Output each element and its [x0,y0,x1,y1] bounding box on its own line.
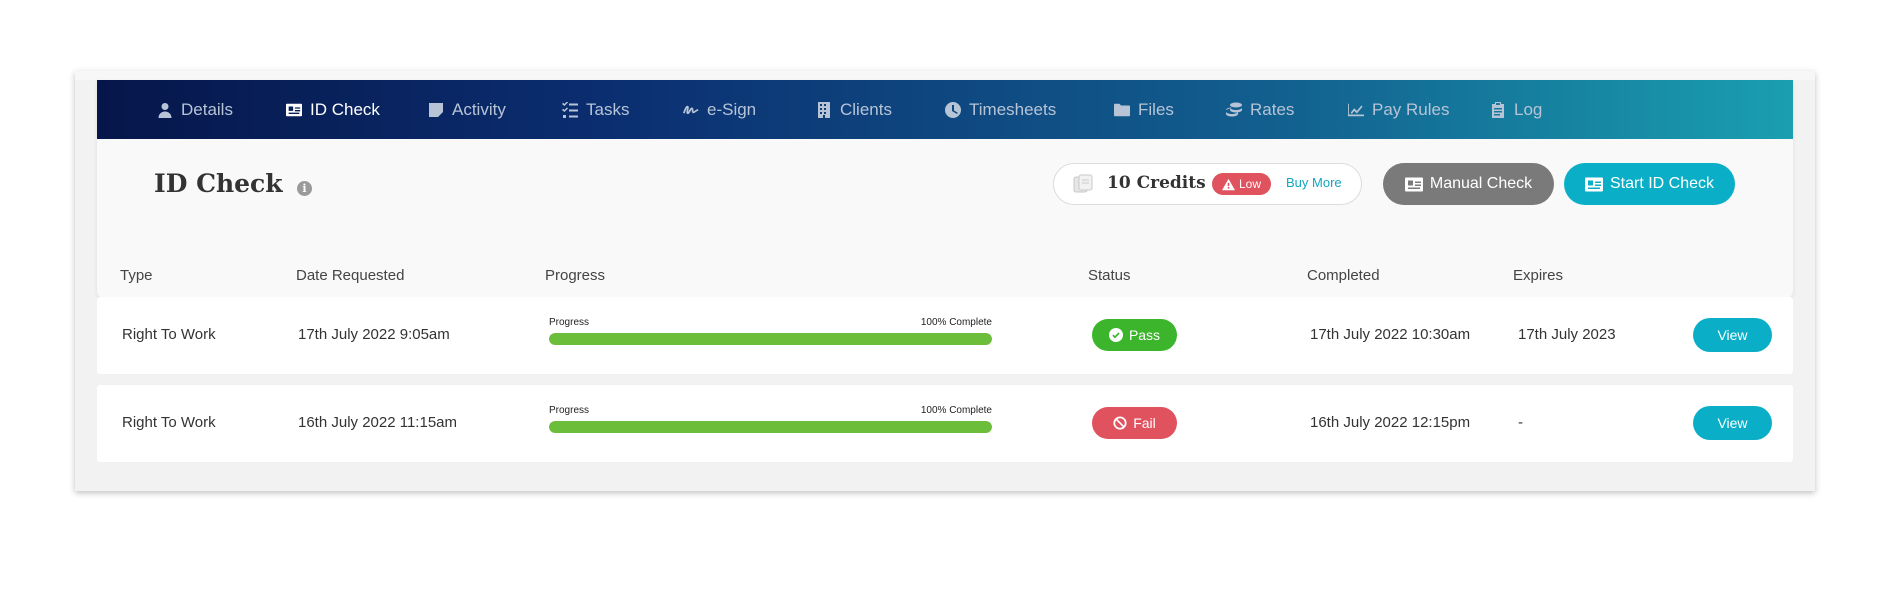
progress-bar [549,421,992,433]
tab-esign[interactable]: e-Sign [683,80,756,139]
status-badge-fail: Fail [1092,407,1177,439]
view-button[interactable]: View [1693,406,1772,440]
cell-type: Right To Work [122,326,216,343]
page-title: ID Check [154,169,283,198]
tab-label: e-Sign [707,99,757,119]
tasks-icon [562,101,578,118]
column-header-completed: Completed [1307,267,1380,284]
progress-label: Progress [549,405,590,416]
tab-label: Timesheets [969,99,1057,119]
tab-label: Tasks [586,99,630,119]
tab-label: Pay Rules [1372,99,1450,119]
buy-more-link[interactable]: Buy More [1286,175,1342,190]
tab-label: Clients [840,99,892,119]
info-icon[interactable]: i [297,181,312,196]
clipboard-icon [1492,101,1504,118]
user-icon [158,102,172,118]
cell-type: Right To Work [122,414,216,431]
status-label: Pass [1128,327,1161,343]
id-card-icon [1404,177,1423,191]
table-row: Right To Work 16th July 2022 11:15am Pro… [97,385,1793,462]
tab-activity[interactable]: Activity [428,80,506,139]
column-header-date-requested: Date Requested [296,267,405,284]
tab-tasks[interactable]: Tasks [562,80,629,139]
progress-label: Progress [549,317,590,328]
coins-icon [1226,102,1242,116]
signature-icon [683,105,699,114]
tab-files[interactable]: Files [1114,80,1174,139]
tab-label: Log [1514,99,1543,119]
tab-details[interactable]: Details [157,80,233,139]
id-card-icon [286,103,302,116]
cell-expires: - [1518,414,1523,431]
credits-coins-icon [1073,174,1093,193]
id-check-panel: Details ID Check Activity Tasks e-Sign C… [75,71,1815,491]
table-header: Type Date Requested Progress Status Comp… [75,261,1815,291]
manual-check-label: Manual Check [1429,175,1533,192]
building-icon [818,101,830,118]
cell-date-requested: 16th July 2022 11:15am [298,414,458,431]
clock-icon [945,101,961,118]
column-header-expires: Expires [1513,267,1564,284]
start-id-check-button[interactable]: Start ID Check [1564,163,1735,205]
tab-rates[interactable]: Rates [1226,80,1294,139]
panel-top-strip [75,71,1815,80]
manual-check-button[interactable]: Manual Check [1383,163,1554,205]
tab-log[interactable]: Log [1490,80,1542,139]
progress-bar-fill [549,333,992,345]
column-header-status: Status [1088,267,1131,284]
tab-clients[interactable]: Clients [816,80,892,139]
start-id-check-label: Start ID Check [1609,175,1715,192]
credits-count: 10 Credits [1107,173,1206,193]
chart-line-icon [1348,103,1364,116]
tab-id-check[interactable]: ID Check [286,80,380,139]
progress-percent: 100% Complete [920,317,992,328]
credits-box: 10 Credits Low Buy More [1053,163,1362,205]
table-row: Right To Work 17th July 2022 9:05am Prog… [97,297,1793,374]
ban-icon [1113,416,1127,430]
progress-bar-fill [549,421,992,433]
cell-completed: 16th July 2022 12:15pm [1310,414,1471,431]
folder-icon [1114,103,1130,116]
progress-percent: 100% Complete [920,405,992,416]
tab-label: Rates [1250,99,1295,119]
check-circle-icon [1108,328,1123,342]
low-badge-label: Low [1239,177,1262,191]
tab-label: ID Check [310,99,380,119]
tab-label: Files [1138,99,1174,119]
low-credits-badge: Low [1212,173,1272,195]
column-header-progress: Progress [545,267,606,284]
column-header-type: Type [120,267,153,284]
cell-completed: 17th July 2022 10:30am [1310,326,1471,343]
view-button[interactable]: View [1693,318,1772,352]
cell-expires: 17th July 2023 [1518,326,1616,343]
cell-date-requested: 17th July 2022 9:05am [298,326,450,343]
status-label: Fail [1133,415,1156,431]
tab-pay-rules[interactable]: Pay Rules [1348,80,1449,139]
progress-bar [549,333,992,345]
warning-icon [1222,178,1235,190]
tab-label: Details [181,99,233,119]
note-icon [429,102,443,117]
status-badge-pass: Pass [1092,319,1177,351]
id-card-icon [1584,177,1603,191]
tab-label: Activity [452,99,506,119]
tab-navigation: Details ID Check Activity Tasks e-Sign C… [97,80,1793,139]
tab-timesheets[interactable]: Timesheets [945,80,1056,139]
